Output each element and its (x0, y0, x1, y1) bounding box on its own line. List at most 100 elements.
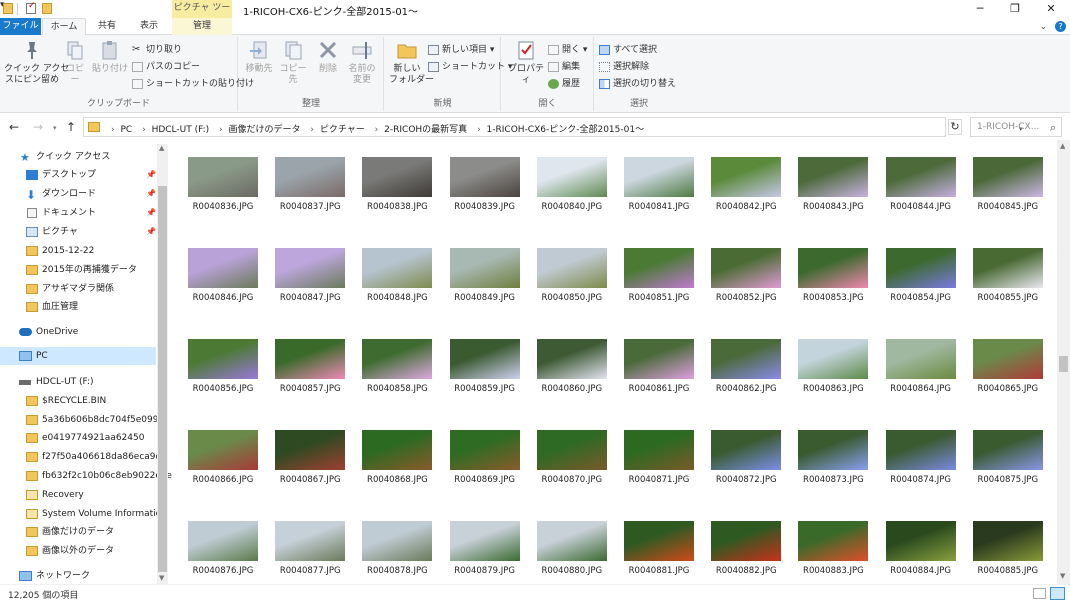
pin-icon[interactable]: 📌 (146, 223, 156, 241)
breadcrumb-item[interactable]: HDCL-UT (F:) (152, 125, 210, 135)
file-item[interactable]: R0040857.JPG (267, 322, 347, 394)
rename-button[interactable]: 名前の 変更 (345, 39, 379, 86)
properties-button[interactable]: プロパティ (506, 39, 546, 86)
select-all-button[interactable]: すべて選択 (599, 43, 657, 57)
file-item[interactable]: R0040867.JPG (267, 413, 347, 485)
nav-downloads[interactable]: ⬇ ダウンロード 📌 (0, 185, 156, 203)
nav-drive-folder[interactable]: 画像だけのデータ (0, 523, 156, 541)
copy-path-button[interactable]: パスのコピー (132, 60, 200, 74)
forward-arrow-icon[interactable]: → (33, 120, 43, 134)
file-item[interactable]: R0040866.JPG (180, 413, 260, 485)
history-button[interactable]: 履歴 (548, 77, 580, 91)
file-item[interactable]: R0040846.JPG (180, 231, 260, 303)
pin-icon[interactable]: 📌 (146, 204, 156, 222)
file-item[interactable]: R0040850.JPG (529, 231, 609, 303)
copy-button[interactable]: コピー (62, 39, 88, 86)
navpane-scroll-thumb[interactable] (158, 186, 167, 572)
pin-icon[interactable]: 📌 (146, 166, 156, 184)
tab-share[interactable]: 共有 (88, 18, 126, 35)
copy-to-button[interactable]: コピー先 (277, 39, 309, 86)
new-folder-quick-icon[interactable] (42, 3, 52, 14)
file-item[interactable]: R0040847.JPG (267, 231, 347, 303)
back-arrow-icon[interactable]: ← (9, 120, 19, 134)
quick-access-dropdown-icon[interactable]: ▾ (0, 0, 1070, 10)
file-item[interactable]: R0040877.JPG (267, 504, 347, 576)
file-item[interactable]: R0040873.JPG (790, 413, 870, 485)
nav-pc[interactable]: PC (0, 347, 156, 365)
file-item[interactable]: R0040863.JPG (790, 322, 870, 394)
cut-button[interactable]: ✂ 切り取り (132, 43, 182, 57)
file-item[interactable]: R0040880.JPG (529, 504, 609, 576)
pin-icon[interactable]: 📌 (146, 185, 156, 203)
nav-documents[interactable]: ドキュメント 📌 (0, 204, 156, 222)
refresh-icon[interactable]: ↻ (948, 119, 962, 135)
nav-drive-folder[interactable]: Recovery (0, 486, 156, 504)
file-item[interactable]: R0040843.JPG (790, 140, 870, 212)
content-scrollbar[interactable]: ▲ ▼ (1057, 140, 1070, 584)
delete-button[interactable]: 削除 (315, 39, 341, 75)
nav-quick-access[interactable]: ★ クイック アクセス (0, 148, 156, 166)
nav-recent-folder[interactable]: 2015-12-22 (0, 242, 156, 260)
nav-drive-folder[interactable]: $RECYCLE.BIN (0, 392, 156, 410)
file-item[interactable]: R0040856.JPG (180, 322, 260, 394)
folder-icon[interactable] (3, 3, 13, 14)
details-view-icon[interactable] (1033, 588, 1046, 599)
nav-pictures[interactable]: ピクチャ 📌 (0, 223, 156, 241)
nav-drive[interactable]: HDCL-UT (F:) (0, 373, 156, 391)
file-item[interactable]: R0040882.JPG (703, 504, 783, 576)
help-icon[interactable]: ? (1055, 21, 1066, 32)
address-bar[interactable]: › PC › HDCL-UT (F:) › 画像だけのデータ › ピクチャー ›… (83, 117, 1023, 137)
scroll-down-icon[interactable]: ▼ (1060, 572, 1065, 580)
nav-recent-folder[interactable]: アサギマダラ関係 (0, 280, 156, 298)
nav-recent-folder[interactable]: 2015年の再捕獲データ (0, 261, 156, 279)
open-button[interactable]: 開く ▾ (548, 43, 587, 57)
large-icons-view-icon[interactable] (1050, 587, 1065, 600)
file-item[interactable]: R0040845.JPG (965, 140, 1045, 212)
file-item[interactable]: R0040853.JPG (790, 231, 870, 303)
file-item[interactable]: R0040859.JPG (442, 322, 522, 394)
search-input[interactable]: 1-RICOH-CX... ⌕ (970, 117, 1062, 137)
breadcrumb-item[interactable]: 2-RICOHの最新写真 (384, 125, 467, 135)
search-icon[interactable]: ⌕ (1050, 121, 1056, 135)
edit-button[interactable]: 編集 (548, 60, 580, 74)
file-item[interactable]: R0040839.JPG (442, 140, 522, 212)
file-item[interactable]: R0040884.JPG (878, 504, 958, 576)
file-item[interactable]: R0040879.JPG (442, 504, 522, 576)
close-button[interactable]: ✕ (1033, 0, 1069, 18)
breadcrumb-item[interactable]: 1-RICOH-CX6-ピンク-全部2015-01～ (487, 125, 645, 135)
file-item[interactable]: R0040838.JPG (354, 140, 434, 212)
file-item[interactable]: R0040860.JPG (529, 322, 609, 394)
nav-onedrive[interactable]: OneDrive (0, 323, 156, 341)
breadcrumb-item[interactable]: 画像だけのデータ (229, 125, 301, 135)
file-item[interactable]: R0040852.JPG (703, 231, 783, 303)
file-item[interactable]: R0040849.JPG (442, 231, 522, 303)
scroll-down-icon[interactable]: ▼ (159, 574, 164, 582)
file-item[interactable]: R0040836.JPG (180, 140, 260, 212)
file-item[interactable]: R0040840.JPG (529, 140, 609, 212)
breadcrumb-item[interactable]: PC (120, 125, 132, 135)
invert-selection-button[interactable]: 選択の切り替え (599, 77, 676, 91)
nav-drive-folder[interactable]: f27f50a406618da86eca9d (0, 448, 161, 466)
nav-network[interactable]: ネットワーク (0, 567, 156, 585)
file-item[interactable]: R0040881.JPG (616, 504, 696, 576)
file-item[interactable]: R0040885.JPG (965, 504, 1045, 576)
file-item[interactable]: R0040862.JPG (703, 322, 783, 394)
file-item[interactable]: R0040855.JPG (965, 231, 1045, 303)
scroll-up-icon[interactable]: ▲ (159, 144, 164, 152)
navpane-scrollbar[interactable]: ▲ ▼ (157, 144, 168, 584)
file-item[interactable]: R0040878.JPG (354, 504, 434, 576)
easy-access-button[interactable]: ショートカット ▾ (428, 60, 512, 74)
file-item[interactable]: R0040861.JPG (616, 322, 696, 394)
select-none-button[interactable]: 選択解除 (599, 60, 649, 74)
minimize-button[interactable]: ─ (962, 0, 998, 18)
file-item[interactable]: R0040872.JPG (703, 413, 783, 485)
scroll-up-icon[interactable]: ▲ (1060, 142, 1065, 150)
nav-desktop[interactable]: デスクトップ 📌 (0, 166, 156, 184)
tab-home[interactable]: ホーム (42, 18, 86, 36)
breadcrumb-item[interactable]: ピクチャー (320, 125, 365, 135)
file-item[interactable]: R0040871.JPG (616, 413, 696, 485)
file-item[interactable]: R0040844.JPG (878, 140, 958, 212)
file-item[interactable]: R0040876.JPG (180, 504, 260, 576)
content-scroll-thumb[interactable] (1059, 356, 1068, 372)
file-item[interactable]: R0040854.JPG (878, 231, 958, 303)
